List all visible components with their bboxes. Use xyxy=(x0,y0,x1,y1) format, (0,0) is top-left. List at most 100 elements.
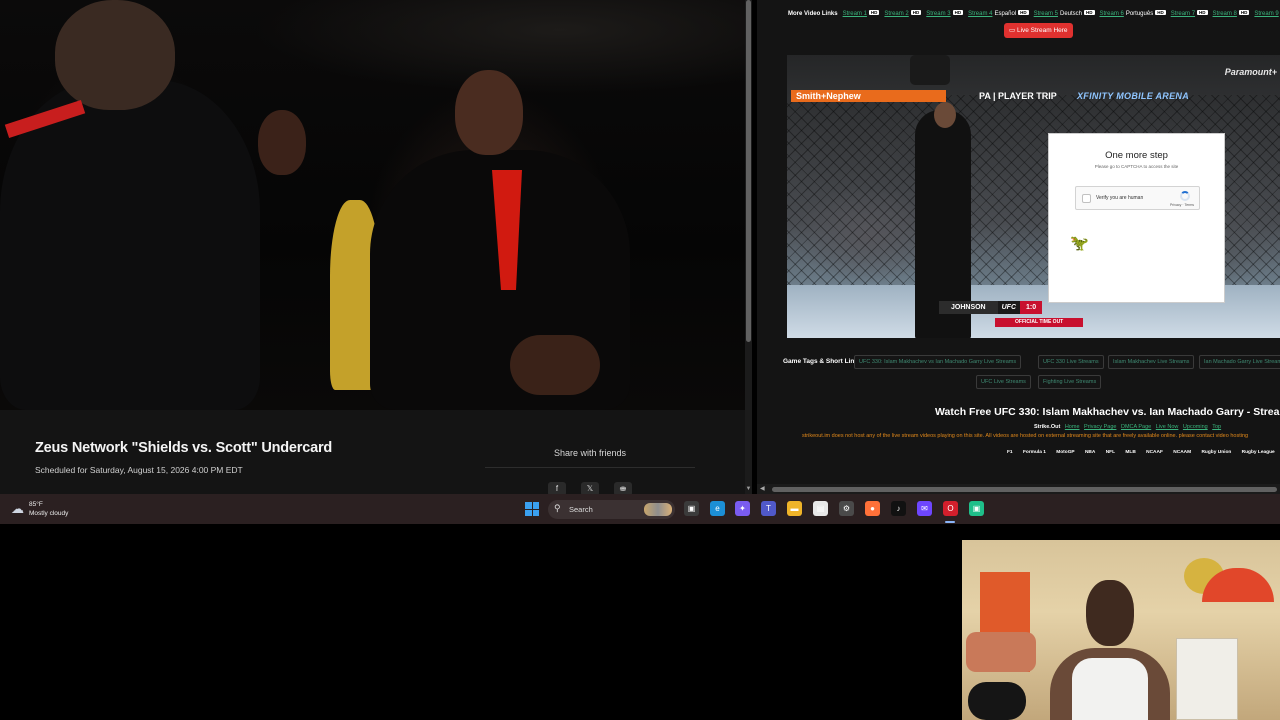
stream-link-1[interactable]: Stream 1 xyxy=(843,11,867,17)
captcha-subtitle: Please go to CAPTCHA to access the site xyxy=(1094,164,1179,169)
hd-badge: HD xyxy=(1238,10,1250,15)
site-nav-row: Strike.Out Home Privacy Page DMCA Page L… xyxy=(1034,424,1221,430)
disclaimer-text: strikeout.im does not host any of the li… xyxy=(802,433,1249,439)
store-icon[interactable]: ▤ xyxy=(813,501,828,516)
stream-link-8[interactable]: Stream 8 xyxy=(1213,11,1237,17)
stream-link-2[interactable]: Stream 2 xyxy=(884,11,908,17)
stream-link-9[interactable]: Stream 9 xyxy=(1254,11,1278,17)
tag-link[interactable]: UFC Live Streams xyxy=(976,375,1031,389)
category-link[interactable]: NCAAM xyxy=(1173,450,1191,455)
category-link[interactable]: F1 xyxy=(1007,450,1013,455)
nav-link-upcoming[interactable]: Upcoming xyxy=(1183,424,1208,430)
windows-start-icon[interactable] xyxy=(525,502,539,516)
category-link[interactable]: Rugby Union xyxy=(1201,450,1231,455)
weather-temperature[interactable]: 85°F xyxy=(29,501,43,508)
video-player[interactable]: Smith+Nephew PA | PLAYER TRIP XFINITY MO… xyxy=(787,55,1280,338)
round-clock: 1:0 xyxy=(1020,301,1043,314)
opera-icon[interactable]: O xyxy=(943,501,958,516)
tag-link[interactable]: Ian Machado Garry Live Streams xyxy=(1199,355,1280,369)
hd-badge: HD xyxy=(1155,10,1166,15)
category-link[interactable]: Rugby League xyxy=(1242,450,1275,455)
hd-badge: HD xyxy=(1084,10,1095,15)
live-stream-button[interactable]: ▭ Live Stream Here xyxy=(1004,23,1073,38)
copilot-icon[interactable]: ✦ xyxy=(735,501,750,516)
left-browser-window: Zeus Network "Shields vs. Scott" Underca… xyxy=(0,0,752,494)
taskbar-search-box[interactable]: ⚲ Search xyxy=(548,500,675,519)
captcha-checkbox[interactable] xyxy=(1082,194,1091,203)
cloud-icon[interactable]: ☁ xyxy=(11,502,24,515)
captcha-dialog: One more step Please go to CAPTCHA to ac… xyxy=(1048,133,1225,303)
file-explorer-icon[interactable]: ▬ xyxy=(787,501,802,516)
stream-link-6[interactable]: Stream 6 xyxy=(1100,11,1124,17)
captcha-checkbox-label: Verify you are human xyxy=(1096,195,1144,201)
reddit-icon[interactable]: ⛂ xyxy=(614,482,632,494)
tv-icon: ▭ xyxy=(1009,27,1017,34)
messenger-icon[interactable]: ✉ xyxy=(917,501,932,516)
tag-link[interactable]: UFC 330: Islam Makhachev vs Ian Machado … xyxy=(854,355,1022,369)
stream-link-4[interactable]: Stream 4 xyxy=(968,11,992,17)
player-banner-left: Smith+Nephew xyxy=(791,90,946,102)
game-tags-label: Game Tags & Short Links: xyxy=(783,358,864,365)
captcha-widget: Verify you are human Privacy · Terms xyxy=(1075,186,1200,210)
webcam-person-shirt xyxy=(1072,658,1148,720)
right-scroll-thumb[interactable] xyxy=(772,487,1277,492)
stream-link-3[interactable]: Stream 3 xyxy=(926,11,950,17)
nav-link-privacy[interactable]: Privacy Page xyxy=(1084,424,1116,430)
webcam-pillows xyxy=(966,632,1036,672)
tag-link[interactable]: Fighting Live Streams xyxy=(1038,375,1102,389)
category-link[interactable]: Formula 1 xyxy=(1023,450,1046,455)
more-video-links: More Video Links Stream 1 HD Stream 2 HD Stre… xyxy=(788,10,1279,17)
stream-language: Español xyxy=(994,11,1017,17)
webcam-overlay xyxy=(962,540,1280,720)
screen-capture-icon[interactable]: ▣ xyxy=(969,501,984,516)
facebook-icon[interactable]: f xyxy=(548,482,566,494)
category-link[interactable]: NBA xyxy=(1085,450,1095,455)
firefox-icon[interactable]: ● xyxy=(865,501,880,516)
scroll-down-arrow-icon[interactable]: ▼ xyxy=(745,486,752,492)
tag-link[interactable]: UFC 330 Live Streams xyxy=(1038,355,1104,369)
search-icon: ⚲ xyxy=(554,503,561,513)
settings-icon[interactable]: ⚙ xyxy=(839,501,854,516)
microphone-icon xyxy=(968,682,1026,720)
scroll-left-arrow-icon[interactable]: ◀ xyxy=(760,484,765,494)
stream-language: Deutsch xyxy=(1059,11,1082,17)
live-stream-button-label: Live Stream Here xyxy=(1016,27,1068,34)
player-banner-right: XFINITY MOBILE ARENA xyxy=(1077,91,1190,101)
stream-link-7[interactable]: Stream 7 xyxy=(1171,11,1195,17)
category-link[interactable]: MLB xyxy=(1125,450,1135,455)
category-link[interactable]: MotoGP xyxy=(1056,450,1074,455)
player-cameraman xyxy=(910,55,950,85)
hd-badge: HD xyxy=(1018,10,1029,15)
right-horizontal-scrollbar[interactable]: ◀ xyxy=(757,484,1280,494)
teams-icon[interactable]: T xyxy=(761,501,776,516)
nav-link-dmca[interactable]: DMCA Page xyxy=(1121,424,1151,430)
loading-spinner-icon xyxy=(1180,191,1190,201)
stream-language: Português xyxy=(1125,11,1154,17)
x-icon[interactable]: 𝕏 xyxy=(581,482,599,494)
nav-link-live-now[interactable]: Live Now xyxy=(1156,424,1179,430)
weather-description[interactable]: Mostly cloudy xyxy=(29,510,68,517)
windows-taskbar: ☁ 85°F Mostly cloudy ⚲ Search ▣ e ✦ T ▬ ▤ ⚙ ● ♪ ✉… xyxy=(0,494,1280,524)
dinosaur-icon: 🦖 xyxy=(1070,235,1089,252)
left-scrollbar[interactable]: ▼ xyxy=(745,0,752,494)
left-scroll-thumb[interactable] xyxy=(746,0,751,342)
tiktok-icon[interactable]: ♪ xyxy=(891,501,906,516)
webcam-person-head xyxy=(1086,580,1134,646)
hd-badge: HD xyxy=(868,10,880,15)
tag-link[interactable]: Islam Makhachev Live Streams xyxy=(1108,355,1195,369)
hd-badge: HD xyxy=(952,10,964,15)
search-highlight-image xyxy=(644,503,672,516)
task-view-icon[interactable]: ▣ xyxy=(684,501,699,516)
category-link[interactable]: NCAAF xyxy=(1146,450,1163,455)
nav-link-home[interactable]: Home xyxy=(1065,424,1080,430)
hd-badge: HD xyxy=(1197,10,1208,15)
more-video-links-label: More Video Links xyxy=(788,11,838,17)
player-referee-head xyxy=(934,102,956,128)
hero-figure-left-body xyxy=(0,80,260,410)
stream-link-5[interactable]: Stream 5 xyxy=(1034,11,1058,17)
event-hero-image xyxy=(0,0,745,410)
edge-icon[interactable]: e xyxy=(710,501,725,516)
nav-link-top[interactable]: Top xyxy=(1212,424,1221,430)
captcha-links[interactable]: Privacy · Terms xyxy=(1170,203,1194,207)
category-link[interactable]: NFL xyxy=(1106,450,1115,455)
